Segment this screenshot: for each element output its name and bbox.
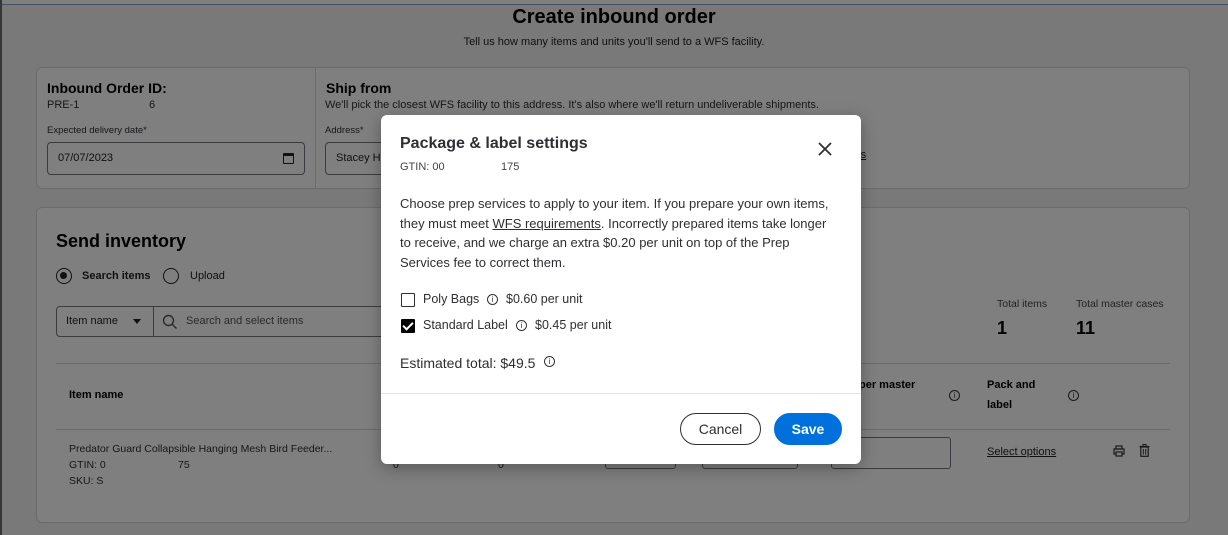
poly-bags-checkbox[interactable] <box>401 293 415 307</box>
modal-footer-divider <box>381 393 861 394</box>
poly-bags-label: Poly Bags <box>423 292 480 306</box>
wfs-requirements-link[interactable]: WFS requirements <box>492 216 600 231</box>
estimated-total: Estimated total: $49.5 <box>400 355 536 371</box>
info-icon[interactable]: i <box>487 294 498 305</box>
standard-label-label: Standard Label <box>423 318 508 332</box>
package-label-settings-modal: Package & label settings GTIN: 00 175 Ch… <box>381 115 861 464</box>
standard-label-price: $0.45 per unit <box>535 318 612 332</box>
cancel-button[interactable]: Cancel <box>680 413 761 445</box>
save-button[interactable]: Save <box>774 413 842 445</box>
poly-bags-price: $0.60 per unit <box>506 292 583 306</box>
close-icon[interactable] <box>815 139 835 159</box>
modal-title: Package & label settings <box>400 135 588 152</box>
info-icon[interactable]: i <box>516 320 527 331</box>
modal-gtin-start: GTIN: 00 <box>400 161 445 173</box>
info-icon[interactable]: i <box>544 356 555 367</box>
standard-label-checkbox[interactable] <box>401 319 415 333</box>
modal-gtin-end: 175 <box>501 161 520 173</box>
modal-description: Choose prep services to apply to your it… <box>400 194 840 272</box>
